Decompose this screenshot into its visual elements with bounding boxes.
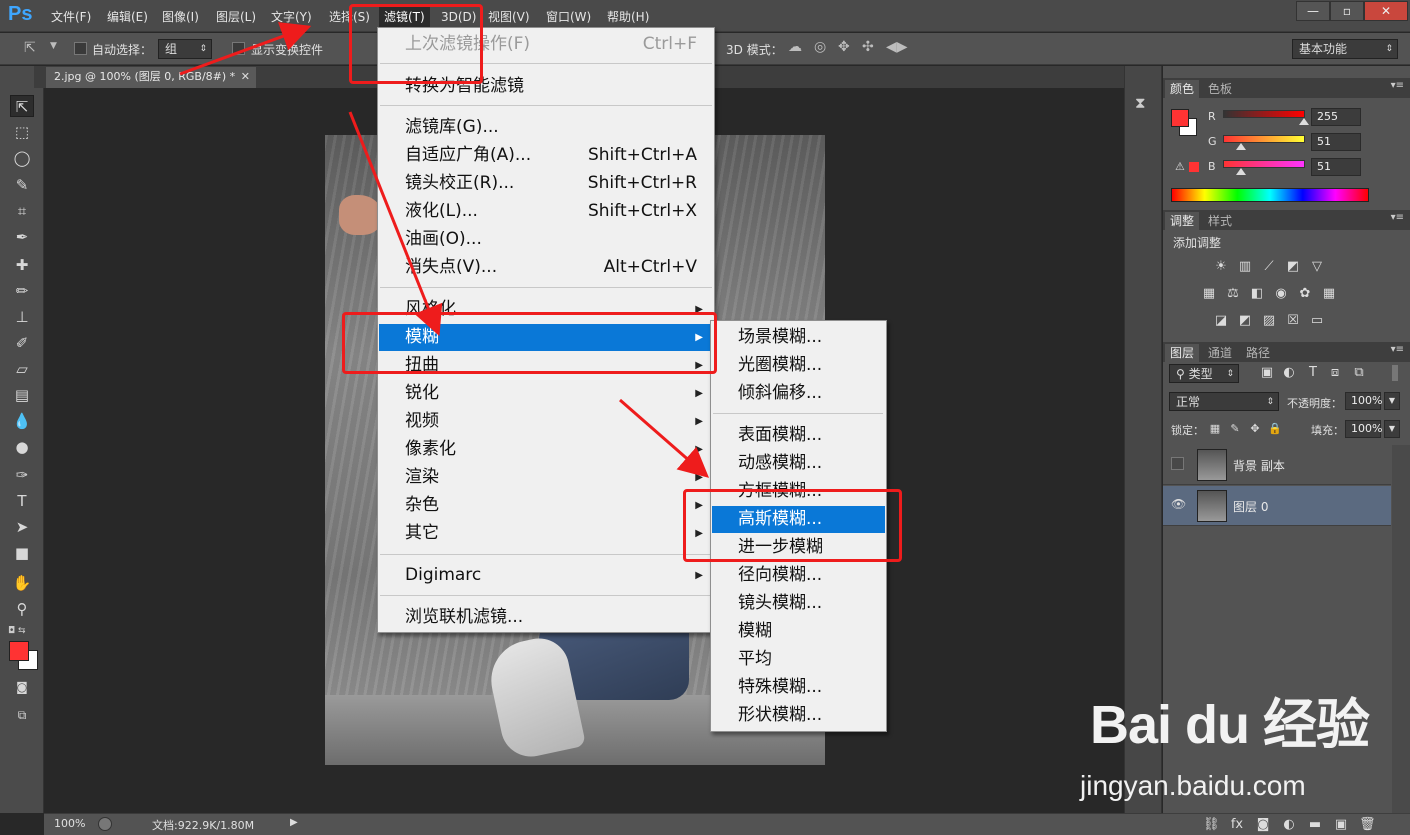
- watermark-url: jingyan.baidu.com: [1080, 770, 1306, 801]
- baidu-jingyan-watermark: Bai du 经验 jingyan.baidu.com: [1080, 672, 1380, 812]
- annotation-arrow: [179, 22, 312, 76]
- watermark-brand: Bai du 经验: [1090, 695, 1370, 755]
- annotation-arrow: [619, 398, 710, 478]
- annotation-arrow: [348, 111, 443, 337]
